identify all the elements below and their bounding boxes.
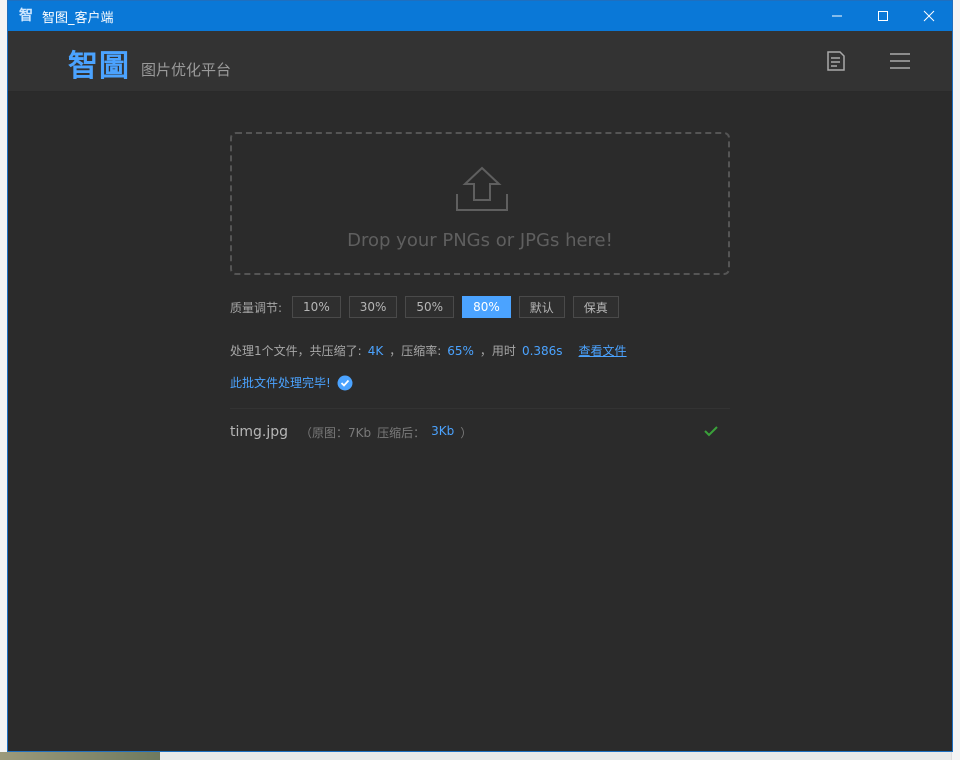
check-circle-icon — [337, 375, 353, 390]
summary-text-2: ，压缩率: — [389, 344, 442, 358]
window-titlebar[interactable]: 智 智图_客户端 — [8, 1, 952, 31]
desktop-bottom-thumbnail — [0, 752, 160, 760]
main-content: Drop your PNGs or JPGs here! 质量调节: 10% 3… — [8, 92, 952, 751]
processing-time: 0.386s — [521, 343, 563, 358]
view-files-link[interactable]: 查看文件 — [579, 342, 627, 359]
drop-zone-text: Drop your PNGs or JPGs here! — [347, 230, 613, 251]
file-meta: （原图：7Kb 压缩后： 3Kb ） — [300, 424, 472, 441]
file-name: timg.jpg — [230, 424, 289, 440]
compression-ratio: 65% — [447, 343, 474, 358]
header-actions — [824, 49, 912, 73]
app-logo: 智圖 — [68, 49, 130, 84]
file-after-size: 3Kb — [431, 423, 455, 438]
file-original-size: （原图：7Kb — [300, 425, 372, 440]
divider — [230, 408, 730, 409]
quality-label: 质量调节: — [230, 300, 283, 315]
minimize-button[interactable] — [814, 1, 860, 31]
app-icon: 智 — [19, 8, 33, 24]
app-header: 智圖 图片优化平台 — [8, 31, 952, 92]
quality-option-10[interactable]: 10% — [292, 296, 341, 318]
summary-text-3: ，用时 — [479, 344, 516, 358]
quality-option-default[interactable]: 默认 — [518, 296, 565, 318]
file-row: timg.jpg （原图：7Kb 压缩后： 3Kb ） — [230, 418, 730, 446]
quality-option-80[interactable]: 80% — [462, 296, 511, 318]
close-icon — [923, 10, 935, 22]
quality-option-50[interactable]: 50% — [405, 296, 455, 318]
quality-controls: 质量调节: 10% 30% 50% 80% 默认 保真 — [230, 295, 627, 319]
batch-status: 此批文件处理完毕! — [230, 374, 353, 391]
app-window: 智 智图_客户端 智圖 图片优化平台 Drop your PNGs or JPG… — [7, 0, 953, 752]
quality-option-30[interactable]: 30% — [348, 296, 398, 318]
maximize-button[interactable] — [860, 1, 906, 31]
processing-summary: 处理1个文件，共压缩了: 4K ，压缩率: 65% ，用时 0.386s 查看文… — [230, 342, 627, 359]
compressed-size: 4K — [367, 343, 384, 358]
drop-zone[interactable]: Drop your PNGs or JPGs here! — [230, 132, 730, 275]
app-subtitle: 图片优化平台 — [141, 61, 232, 79]
file-after-label: 压缩后： — [377, 425, 426, 440]
summary-text-1: 处理1个文件，共压缩了: — [230, 344, 362, 358]
upload-icon — [456, 166, 508, 211]
maximize-icon — [878, 11, 888, 21]
hamburger-menu-icon[interactable] — [888, 49, 912, 73]
document-icon[interactable] — [824, 49, 848, 73]
window-controls — [814, 1, 952, 31]
close-button[interactable] — [906, 1, 952, 31]
checkmark-icon — [704, 426, 718, 437]
file-meta-close: ） — [460, 425, 473, 440]
minimize-icon — [832, 15, 842, 17]
window-title: 智图_客户端 — [42, 10, 114, 26]
batch-done-text: 此批文件处理完毕! — [230, 376, 331, 390]
quality-option-lossless[interactable]: 保真 — [572, 296, 619, 318]
